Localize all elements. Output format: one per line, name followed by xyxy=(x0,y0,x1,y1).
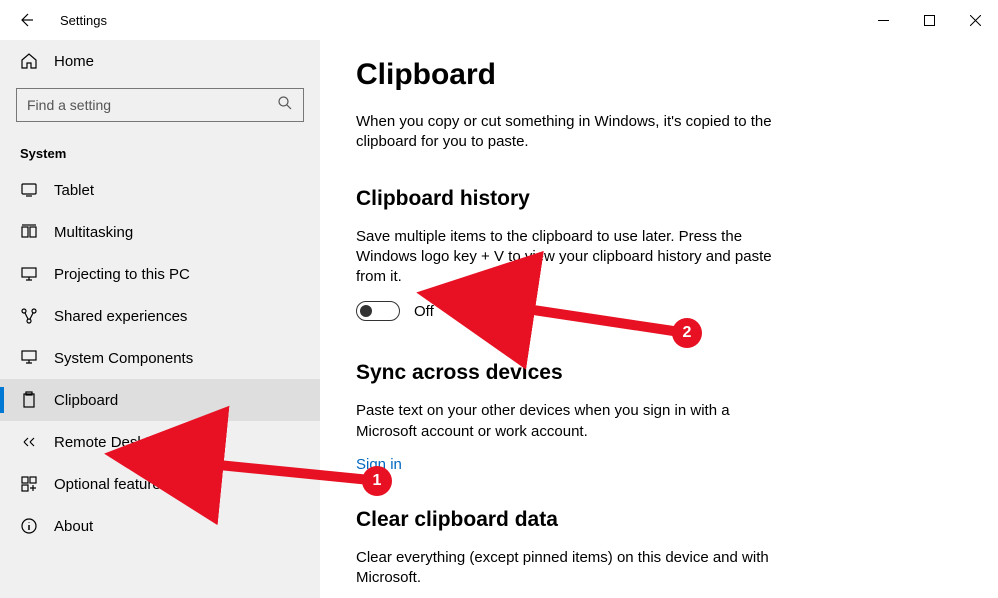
back-button[interactable] xyxy=(16,10,36,30)
sidebar-item-label: Tablet xyxy=(54,182,94,199)
sidebar-item-optional-features[interactable]: Optional features xyxy=(0,463,320,505)
clear-heading: Clear clipboard data xyxy=(356,508,962,532)
app-title: Settings xyxy=(60,13,107,28)
search-box[interactable] xyxy=(16,88,304,122)
sidebar-item-about[interactable]: About xyxy=(0,505,320,547)
sidebar-item-projecting[interactable]: Projecting to this PC xyxy=(0,253,320,295)
search-input[interactable] xyxy=(27,97,277,113)
sidebar-item-label: Clipboard xyxy=(54,392,118,409)
minimize-button[interactable] xyxy=(860,4,906,36)
sidebar-item-label: Projecting to this PC xyxy=(54,266,190,283)
components-icon xyxy=(20,349,38,367)
sidebar-item-label: Multitasking xyxy=(54,224,133,241)
sidebar-item-label: Remote Desktop xyxy=(54,434,166,451)
page-intro: When you copy or cut something in Window… xyxy=(356,112,786,153)
history-toggle[interactable] xyxy=(356,301,400,321)
sidebar-item-remote-desktop[interactable]: Remote Desktop xyxy=(0,421,320,463)
sync-desc: Paste text on your other devices when yo… xyxy=(356,401,786,442)
maximize-button[interactable] xyxy=(906,4,952,36)
remote-desktop-icon xyxy=(20,433,38,451)
shared-icon xyxy=(20,307,38,325)
history-heading: Clipboard history xyxy=(356,187,962,211)
sidebar-home[interactable]: Home xyxy=(0,40,320,82)
search-icon xyxy=(277,95,293,116)
sidebar-item-tablet[interactable]: Tablet xyxy=(0,169,320,211)
sidebar-item-shared[interactable]: Shared experiences xyxy=(0,295,320,337)
sidebar-item-label: Home xyxy=(54,53,94,70)
toggle-knob xyxy=(360,305,372,317)
title-bar: Settings xyxy=(0,0,998,40)
tablet-icon xyxy=(20,181,38,199)
sidebar-item-label: Shared experiences xyxy=(54,308,187,325)
content-pane: Clipboard When you copy or cut something… xyxy=(320,40,998,598)
home-icon xyxy=(20,52,38,70)
sidebar-item-label: System Components xyxy=(54,350,193,367)
projecting-icon xyxy=(20,265,38,283)
sidebar-item-label: About xyxy=(54,518,93,535)
sidebar-item-multitasking[interactable]: Multitasking xyxy=(0,211,320,253)
sidebar-section-header: System xyxy=(0,134,320,169)
multitasking-icon xyxy=(20,223,38,241)
page-title: Clipboard xyxy=(356,58,962,92)
sidebar-item-clipboard[interactable]: Clipboard xyxy=(0,379,320,421)
clear-desc: Clear everything (except pinned items) o… xyxy=(356,548,786,589)
optional-features-icon xyxy=(20,475,38,493)
sidebar: Home System Tablet Multitasking xyxy=(0,40,320,598)
about-icon xyxy=(20,517,38,535)
sidebar-item-system-components[interactable]: System Components xyxy=(0,337,320,379)
clipboard-icon xyxy=(20,391,38,409)
close-button[interactable] xyxy=(952,4,998,36)
sync-heading: Sync across devices xyxy=(356,361,962,385)
history-toggle-state: Off xyxy=(414,303,434,320)
sidebar-item-label: Optional features xyxy=(54,476,168,493)
signin-link[interactable]: Sign in xyxy=(356,456,402,473)
history-desc: Save multiple items to the clipboard to … xyxy=(356,227,786,288)
